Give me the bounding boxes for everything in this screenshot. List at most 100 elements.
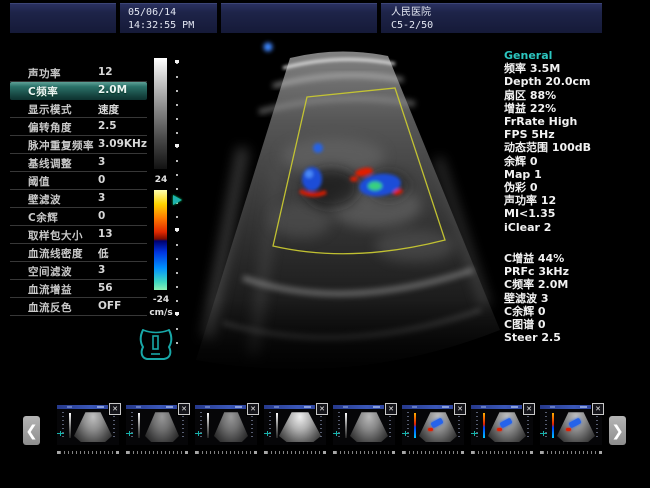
thumb-marker-icon [57,431,64,436]
param-label: 血流增益 [28,282,72,297]
param-label: 血流线密度 [28,246,83,261]
thumb-close-button[interactable]: ✕ [454,403,466,415]
filmstrip-prev-button[interactable]: ❮ [23,416,40,445]
param-line: 动态范围 100dB [504,141,646,154]
param-value: 低 [98,246,109,261]
thumb-close-button[interactable]: ✕ [523,403,535,415]
thumb-right-annotations [458,412,460,440]
param-line: 声功率 12 [504,194,646,207]
thumb-caption [198,451,254,454]
thumb-caption [405,451,461,454]
param-value: 3.09KHz [98,138,147,150]
param-label: 血流反色 [28,300,72,315]
parameter-panel: 声功率 12 C频率 2.0M 显示模式 速度 偏转角度 2.5 脉冲重复频率 … [10,64,147,316]
thumbnail[interactable]: ✕ [126,405,188,445]
thumb-close-button[interactable]: ✕ [109,403,121,415]
param-row[interactable]: 壁滤波 3 [10,190,147,208]
thumb-right-annotations [320,412,322,440]
thumb-marker-icon [402,431,409,436]
param-row[interactable]: 声功率 12 [10,64,147,82]
param-line: Depth 20.0cm [504,75,646,88]
focus-marker-icon [173,195,182,205]
param-line: Map 1 [504,168,646,181]
thumb-close-button[interactable]: ✕ [316,403,328,415]
time-text: 14:32:55 PM [128,19,217,32]
param-row[interactable]: 偏转角度 2.5 [10,118,147,136]
param-value: 0 [98,174,105,186]
thumbnail[interactable]: ✕ [540,405,602,445]
probe-model: C5-2/50 [391,19,602,32]
thumb-marker-icon [126,431,133,436]
param-row[interactable]: 阈值 0 [10,172,147,190]
param-row[interactable]: 显示模式 速度 [10,100,147,118]
doppler-spot [566,428,571,431]
param-value: 3 [98,156,105,168]
ultrasound-image[interactable] [183,38,503,390]
param-value: 13 [98,228,113,240]
thumb-right-annotations [251,412,253,440]
thumbnail[interactable]: ✕ [471,405,533,445]
param-line: 壁滤波 3 [504,292,646,305]
doppler-spot [497,428,502,431]
thumb-right-annotations [596,412,598,440]
thumb-close-button[interactable]: ✕ [592,403,604,415]
thumb-image [145,411,179,443]
param-label: 阈值 [28,174,50,189]
thumbnail[interactable]: ✕ [57,405,119,445]
param-row[interactable]: 血流增益 56 [10,280,147,298]
thumb-caption [543,451,599,454]
body-mark-icon [137,327,175,361]
param-value: 0 [98,210,105,222]
param-row[interactable]: 空间滤波 3 [10,262,147,280]
thumb-caption [60,451,116,454]
thumb-image [279,411,321,443]
param-row-selected[interactable]: C频率 2.0M [10,82,147,100]
param-row[interactable]: 血流线密度 低 [10,244,147,262]
param-line: FrRate High [504,115,646,128]
param-value: 2.5 [98,120,117,132]
thumb-close-button[interactable]: ✕ [247,403,259,415]
thumbnail[interactable]: ✕ [195,405,257,445]
depth-ruler-major [175,60,179,356]
param-row[interactable]: 血流反色 OFF [10,298,147,316]
thumbnail[interactable]: ✕ [333,405,395,445]
thumb-scalebar [69,413,71,438]
thumb-image [419,411,457,443]
logo-area [10,3,116,33]
image-params-general: General 频率 3.5M Depth 20.0cm 扇区 88% 增益 2… [504,49,646,234]
thumb-close-button[interactable]: ✕ [178,403,190,415]
param-value: 12 [98,66,113,78]
thumb-marker-icon [195,431,202,436]
thumb-image [214,411,248,443]
color-doppler-bar [154,190,167,290]
thumb-close-button[interactable]: ✕ [385,403,397,415]
thumb-right-annotations [389,412,391,440]
param-line: FPS 5Hz [504,128,646,141]
param-label: 显示模式 [28,102,72,117]
param-row[interactable]: 取样包大小 13 [10,226,147,244]
datetime-display: 05/06/14 14:32:55 PM [120,3,217,33]
thumb-image [557,411,595,443]
hospital-probe-cell: 人民医院 C5-2/50 [381,3,602,33]
param-line: C余辉 0 [504,305,646,318]
param-label: 偏转角度 [28,120,72,135]
filmstrip-next-button[interactable]: ❯ [609,416,626,445]
date-text: 05/06/14 [128,6,217,19]
param-label: 脉冲重复频率 [28,138,94,153]
thumb-marker-icon [540,431,547,436]
param-value: 3 [98,264,105,276]
thumbnail[interactable]: ✕ [264,405,326,445]
param-label: 壁滤波 [28,192,61,207]
param-label: C频率 [28,84,58,99]
param-row[interactable]: C余辉 0 [10,208,147,226]
param-row[interactable]: 脉冲重复频率 3.09KHz [10,136,147,154]
param-line: MI<1.35 [504,207,646,220]
ultrasound-screen: 05/06/14 14:32:55 PM 人民医院 C5-2/50 声功率 12… [0,0,650,488]
param-row[interactable]: 基线调整 3 [10,154,147,172]
thumbnail[interactable]: ✕ [402,405,464,445]
chevron-left-icon: ❮ [25,422,38,440]
gray-scale-bar [154,58,167,169]
thumb-marker-icon [264,431,271,436]
param-label: 声功率 [28,66,61,81]
image-params-color: C增益 44% PRFc 3kHz C频率 2.0M 壁滤波 3 C余辉 0 C… [504,252,646,344]
